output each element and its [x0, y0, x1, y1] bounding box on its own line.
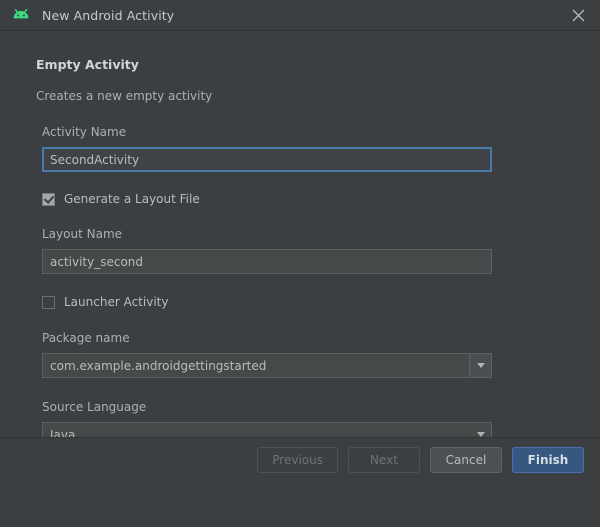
close-icon[interactable]	[556, 0, 600, 30]
window-title: New Android Activity	[42, 7, 175, 23]
source-language-label: Source Language	[42, 400, 147, 414]
chevron-down-icon[interactable]	[469, 354, 491, 377]
activity-name-group: Activity Name	[42, 125, 600, 172]
package-name-combobox[interactable]: com.example.androidgettingstarted	[42, 353, 492, 378]
finish-button[interactable]: Finish	[512, 447, 584, 473]
activity-name-label: Activity Name	[42, 125, 127, 139]
template-description: Creates a new empty activity	[36, 89, 213, 103]
launcher-activity-checkbox-row[interactable]: Launcher Activity	[42, 295, 600, 309]
layout-name-label: Layout Name	[42, 227, 123, 241]
android-robot-icon	[12, 7, 30, 23]
next-button[interactable]: Next	[348, 447, 420, 473]
generate-layout-label: Generate a Layout File	[64, 192, 200, 206]
package-name-label: Package name	[42, 331, 130, 345]
activity-name-input[interactable]	[42, 147, 492, 172]
template-heading: Empty Activity	[36, 57, 139, 72]
generate-layout-checkbox[interactable]	[42, 192, 55, 206]
layout-name-group: Layout Name	[42, 227, 600, 274]
cancel-button[interactable]: Cancel	[430, 447, 502, 473]
launcher-activity-checkbox[interactable]	[42, 295, 55, 309]
launcher-activity-label: Launcher Activity	[64, 295, 169, 309]
layout-name-input[interactable]	[42, 249, 492, 274]
check-icon	[43, 192, 55, 204]
generate-layout-checkbox-row[interactable]: Generate a Layout File	[42, 192, 600, 206]
window-title-bar: New Android Activity	[0, 0, 600, 31]
package-name-value: com.example.androidgettingstarted	[50, 358, 267, 373]
dialog-footer: Previous Next Cancel Finish	[0, 437, 600, 482]
dialog-content: Empty Activity Creates a new empty activ…	[0, 31, 600, 482]
package-name-group: Package name com.example.androidgettings…	[42, 331, 600, 378]
previous-button[interactable]: Previous	[257, 447, 338, 473]
